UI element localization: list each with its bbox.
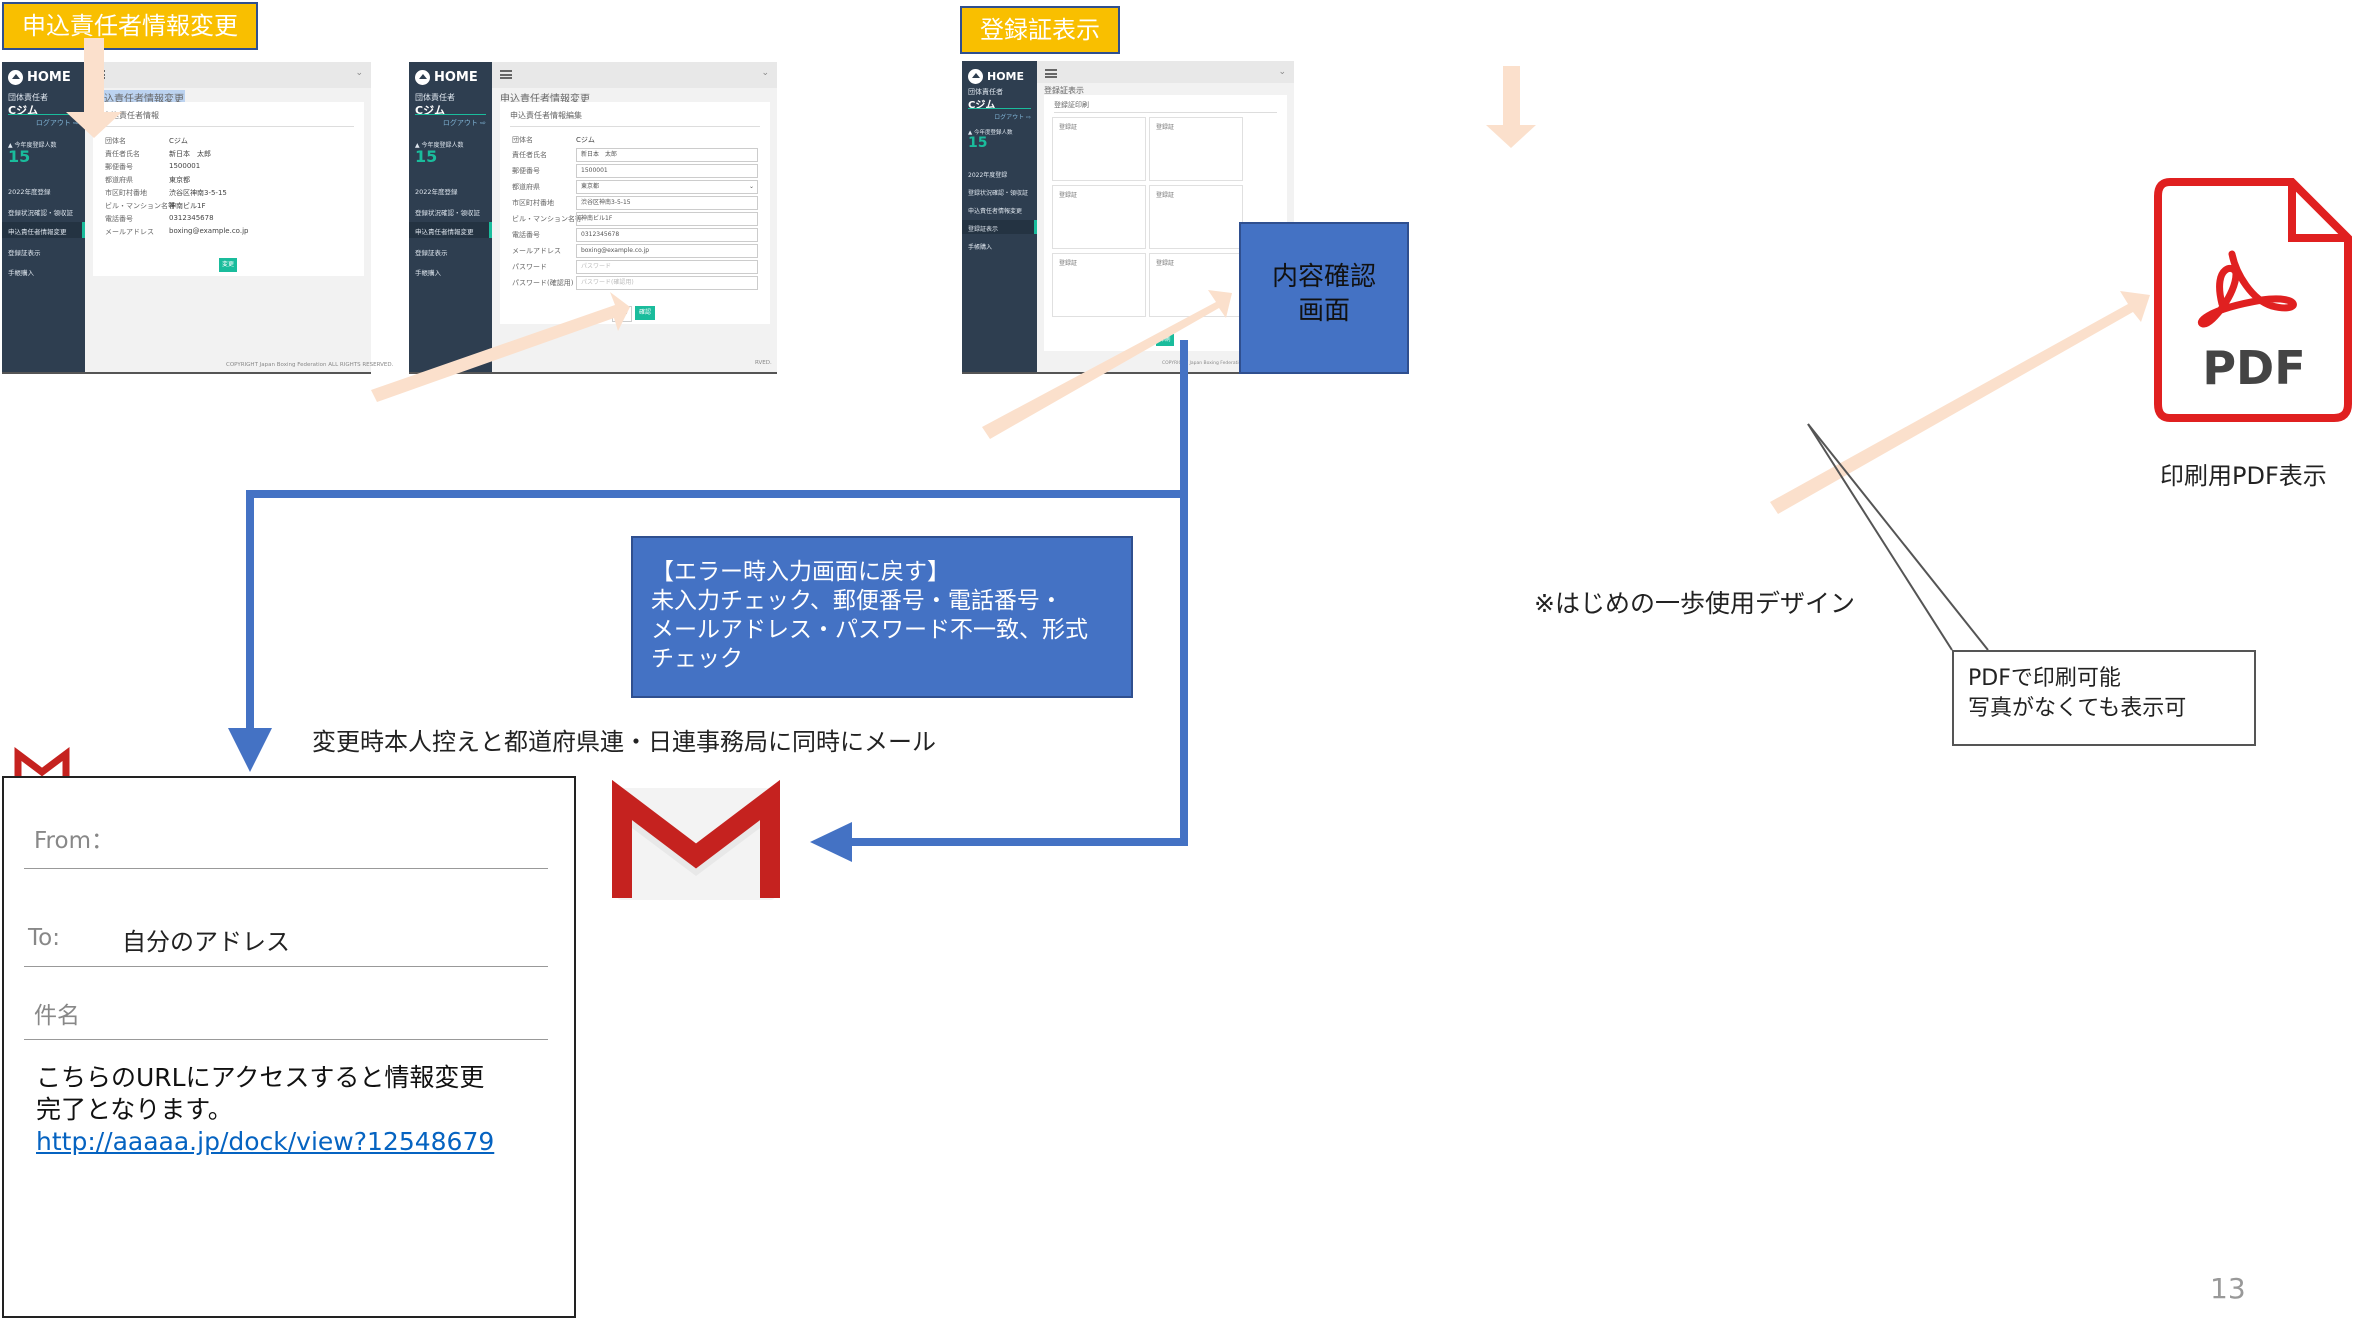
- error-box-line: チェック: [651, 646, 743, 672]
- pdf-icon-text: PDF: [2202, 341, 2305, 395]
- email-subject-label: 件名: [34, 1003, 80, 1029]
- page-number: 13: [2210, 1272, 2246, 1305]
- confirm-box-line: 画面: [1297, 296, 1350, 326]
- error-box-line: 未入力チェック、郵便番号・電話番号・: [651, 588, 1063, 614]
- down-arrow: [1486, 66, 1536, 148]
- email-divider: [24, 1039, 548, 1040]
- confirm-box-line: 内容確認: [1271, 262, 1376, 292]
- email-divider: [24, 966, 548, 967]
- flow-arrow: [371, 292, 630, 402]
- email-body-line: 完了となります。: [36, 1095, 233, 1124]
- email-preview: From： To: 自分のアドレス 件名 こちらのURLにアクセスすると情報変更…: [2, 776, 576, 1318]
- mail-caption: 変更時本人控えと都道府県連・日連事務局に同時にメール: [312, 728, 936, 756]
- confirm-screen-box: 内容確認 画面: [1239, 222, 1409, 374]
- callout-line-text: 写真がなくても表示可: [1968, 696, 2187, 721]
- error-info-box: 【エラー時入力画面に戻す】 未入力チェック、郵便番号・電話番号・ メールアドレス…: [631, 536, 1133, 698]
- email-body-line: こちらのURLにアクセスすると情報変更: [36, 1063, 485, 1092]
- email-url-link[interactable]: http://aaaaa.jp/dock/view?12548679: [36, 1125, 494, 1158]
- email-divider: [24, 868, 548, 869]
- error-box-line: 【エラー時入力画面に戻す】: [651, 559, 950, 585]
- design-note: ※はじめの一歩使用デザイン: [1534, 589, 1855, 618]
- pdf-icon: PDF: [2154, 178, 2352, 422]
- pdf-caption: 印刷用PDF表示: [2160, 462, 2327, 490]
- email-to-value: 自分のアドレス: [122, 928, 290, 956]
- gmail-icon: [612, 780, 780, 900]
- peach-arrows: [66, 38, 2150, 514]
- arrow-head: [810, 822, 852, 862]
- callout-line-text: PDFで印刷可能: [1968, 666, 2121, 691]
- email-from-label: From：: [34, 828, 114, 854]
- flow-arrow: [982, 290, 1232, 439]
- pdf-callout: PDFで印刷可能 写真がなくても表示可: [1952, 650, 2256, 746]
- down-arrow: [66, 38, 122, 138]
- email-to-label: To:: [28, 925, 60, 951]
- error-box-line: メールアドレス・パスワード不一致、形式: [651, 617, 1088, 643]
- arrow-head: [228, 728, 272, 772]
- flow-arrow: [1770, 291, 2150, 514]
